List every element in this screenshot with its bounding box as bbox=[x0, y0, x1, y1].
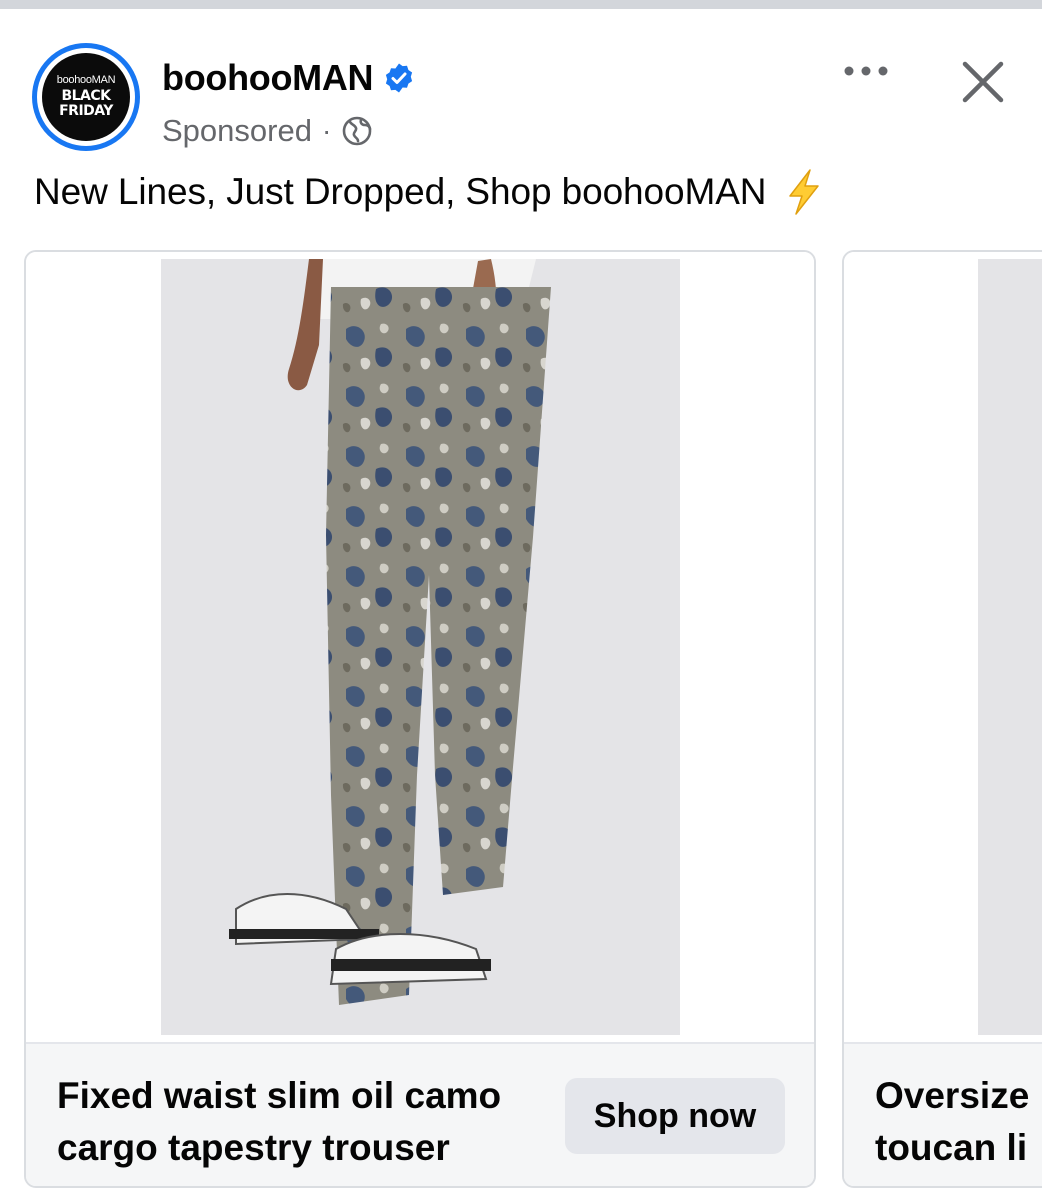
avatar-brand-text: boohooMAN bbox=[56, 74, 116, 86]
product-image[interactable] bbox=[161, 259, 680, 1035]
card-footer[interactable]: Oversize toucan li bbox=[844, 1042, 1042, 1186]
page-name-link[interactable]: boohooMAN bbox=[162, 57, 415, 99]
product-image[interactable] bbox=[978, 259, 1042, 1035]
top-divider bbox=[0, 0, 1042, 9]
product-title[interactable]: Fixed waist slim oil camo cargo tapestry… bbox=[57, 1070, 557, 1174]
shop-now-button[interactable]: Shop now bbox=[565, 1078, 785, 1154]
avatar-badge-line2: FRIDAY bbox=[59, 103, 113, 119]
card-media[interactable] bbox=[844, 252, 1042, 1042]
post-caption: New Lines, Just Dropped, Shop boohooMAN bbox=[34, 168, 824, 216]
page-avatar[interactable]: boohooMAN BLACK FRIDAY bbox=[32, 43, 140, 151]
globe-icon bbox=[342, 116, 372, 146]
card-footer[interactable]: Fixed waist slim oil camo cargo tapestry… bbox=[26, 1042, 814, 1186]
carousel-card[interactable]: Oversize toucan li bbox=[842, 250, 1042, 1188]
lightning-bolt-icon bbox=[789, 169, 820, 215]
page-name[interactable]: boohooMAN bbox=[162, 57, 374, 99]
product-illustration bbox=[161, 259, 680, 1035]
more-options-icon bbox=[844, 66, 888, 76]
sponsored-label[interactable]: Sponsored bbox=[162, 113, 312, 149]
avatar-badge-line1: BLACK bbox=[61, 88, 111, 104]
avatar-logo: boohooMAN BLACK FRIDAY bbox=[42, 53, 130, 141]
product-title-line1: Oversize bbox=[875, 1075, 1030, 1116]
meta-separator: · bbox=[321, 115, 332, 146]
card-media[interactable] bbox=[26, 252, 814, 1042]
verified-badge-icon bbox=[386, 63, 413, 93]
close-icon bbox=[962, 61, 1004, 103]
product-carousel[interactable]: Fixed waist slim oil camo cargo tapestry… bbox=[0, 250, 1042, 1200]
more-options-button[interactable] bbox=[838, 49, 894, 93]
post-header: boohooMAN BLACK FRIDAY boohooMAN Sponsor… bbox=[0, 9, 1042, 169]
product-title-line2: toucan li bbox=[875, 1127, 1028, 1168]
caption-text: New Lines, Just Dropped, Shop boohooMAN bbox=[34, 171, 767, 212]
carousel-card[interactable]: Fixed waist slim oil camo cargo tapestry… bbox=[24, 250, 816, 1188]
post-meta: Sponsored · bbox=[162, 113, 373, 149]
close-button[interactable] bbox=[956, 55, 1010, 109]
product-title[interactable]: Oversize toucan li bbox=[875, 1070, 1042, 1174]
